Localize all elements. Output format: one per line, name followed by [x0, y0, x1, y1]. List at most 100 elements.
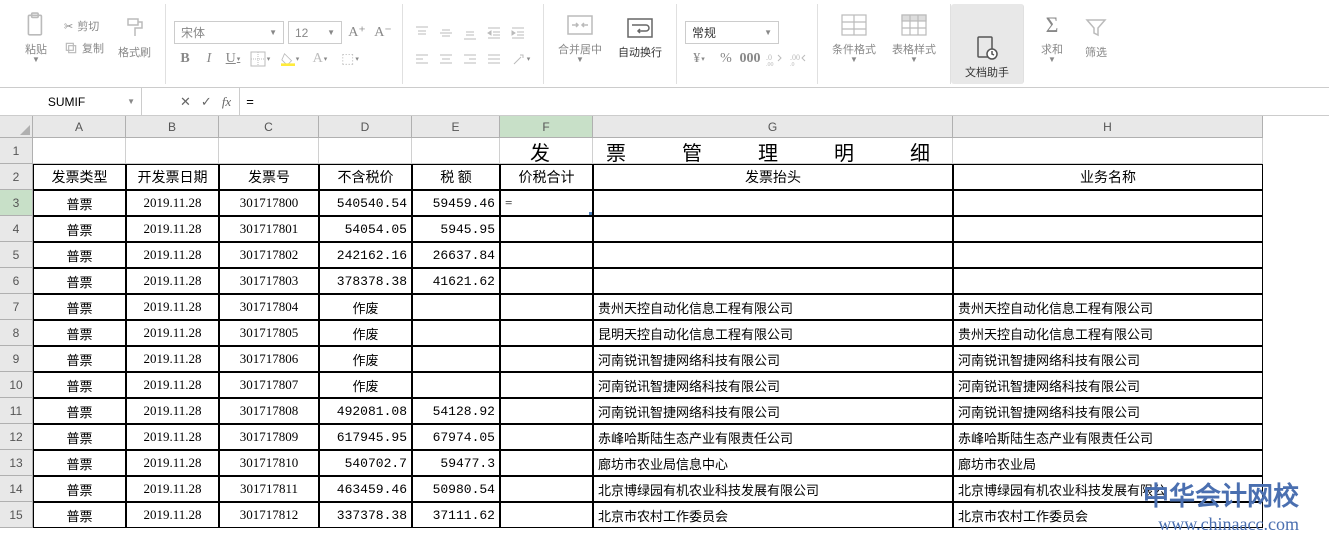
increase-decimal-button[interactable]: .0.00	[763, 48, 785, 70]
cell-15-a[interactable]: 普票	[33, 502, 126, 528]
cell-3-c[interactable]: 301717800	[219, 190, 319, 216]
cell-8-g[interactable]: 昆明天控自动化信息工程有限公司	[593, 320, 953, 346]
cell-5-f[interactable]	[500, 242, 593, 268]
cell-10-a[interactable]: 普票	[33, 372, 126, 398]
row-header-2[interactable]: 2	[0, 164, 33, 190]
increase-font-button[interactable]: A⁺	[346, 21, 368, 43]
cell-3-f[interactable]: =	[500, 190, 593, 216]
copy-button[interactable]: 复制	[60, 38, 108, 58]
cell-11-d[interactable]: 492081.08	[319, 398, 412, 424]
col-header-E[interactable]: E	[412, 116, 500, 138]
cell-11-e[interactable]: 54128.92	[412, 398, 500, 424]
cell-8-c[interactable]: 301717805	[219, 320, 319, 346]
cell-3-b[interactable]: 2019.11.28	[126, 190, 219, 216]
row-header-6[interactable]: 6	[0, 268, 33, 294]
cell-6-d[interactable]: 378378.38	[319, 268, 412, 294]
cell-14-e[interactable]: 50980.54	[412, 476, 500, 502]
cell-10-f[interactable]	[500, 372, 593, 398]
cell-15-d[interactable]: 337378.38	[319, 502, 412, 528]
table-style-button[interactable]: 表格样式 ▼	[886, 7, 942, 67]
cell-11-c[interactable]: 301717808	[219, 398, 319, 424]
header-h[interactable]: 业务名称	[953, 164, 1263, 190]
cell-8-b[interactable]: 2019.11.28	[126, 320, 219, 346]
cell-4-b[interactable]: 2019.11.28	[126, 216, 219, 242]
cell-9-e[interactable]	[412, 346, 500, 372]
cell-10-h[interactable]: 河南锐讯智捷网络科技有限公司	[953, 372, 1263, 398]
cell-15-c[interactable]: 301717812	[219, 502, 319, 528]
distribute-button[interactable]	[483, 48, 505, 70]
cell-13-c[interactable]: 301717810	[219, 450, 319, 476]
cell-10-d[interactable]: 作废	[319, 372, 412, 398]
header-f[interactable]: 价税合计	[500, 164, 593, 190]
cell-9-f[interactable]	[500, 346, 593, 372]
cell-6-a[interactable]: 普票	[33, 268, 126, 294]
align-center-button[interactable]	[435, 48, 457, 70]
comma-button[interactable]: 000	[739, 48, 761, 70]
cell-5-e[interactable]: 26637.84	[412, 242, 500, 268]
cell-11-f[interactable]	[500, 398, 593, 424]
cell-4-a[interactable]: 普票	[33, 216, 126, 242]
cell-10-c[interactable]: 301717807	[219, 372, 319, 398]
row-header-11[interactable]: 11	[0, 398, 33, 424]
cell-4-h[interactable]	[953, 216, 1263, 242]
cell-14-c[interactable]: 301717811	[219, 476, 319, 502]
row-header-13[interactable]: 13	[0, 450, 33, 476]
name-box[interactable]: ▼	[0, 88, 142, 115]
cell-7-a[interactable]: 普票	[33, 294, 126, 320]
cell-11-b[interactable]: 2019.11.28	[126, 398, 219, 424]
row-header-15[interactable]: 15	[0, 502, 33, 528]
conditional-format-button[interactable]: 条件格式 ▼	[826, 7, 882, 67]
increase-indent-button[interactable]	[507, 22, 529, 44]
cell-10-g[interactable]: 河南锐讯智捷网络科技有限公司	[593, 372, 953, 398]
cell-7-c[interactable]: 301717804	[219, 294, 319, 320]
cell-12-h[interactable]: 赤峰哈斯陆生态产业有限责任公司	[953, 424, 1263, 450]
cell-13-h[interactable]: 廊坊市农业局	[953, 450, 1263, 476]
row-header-8[interactable]: 8	[0, 320, 33, 346]
cell-7-b[interactable]: 2019.11.28	[126, 294, 219, 320]
col-header-C[interactable]: C	[219, 116, 319, 138]
format-painter-button[interactable]: 格式刷	[112, 10, 157, 64]
paste-button[interactable]: 粘贴 ▼	[16, 7, 56, 67]
header-b[interactable]: 开发票日期	[126, 164, 219, 190]
cell-14-b[interactable]: 2019.11.28	[126, 476, 219, 502]
cell-6-h[interactable]	[953, 268, 1263, 294]
cell-15-b[interactable]: 2019.11.28	[126, 502, 219, 528]
name-box-input[interactable]	[6, 95, 127, 109]
formula-input[interactable]	[240, 94, 1329, 109]
header-g[interactable]: 发票抬头	[593, 164, 953, 190]
cell-5-g[interactable]	[593, 242, 953, 268]
cell-5-d[interactable]: 242162.16	[319, 242, 412, 268]
cell-11-a[interactable]: 普票	[33, 398, 126, 424]
orientation-button[interactable]: ▾	[507, 48, 535, 70]
cell-13-a[interactable]: 普票	[33, 450, 126, 476]
cell-14-a[interactable]: 普票	[33, 476, 126, 502]
decrease-indent-button[interactable]	[483, 22, 505, 44]
cell-15-g[interactable]: 北京市农村工作委员会	[593, 502, 953, 528]
cell-12-a[interactable]: 普票	[33, 424, 126, 450]
cell-grid[interactable]: 发票管理明细发票类型开发票日期发票号不含税价税 额价税合计发票抬头业务名称普票2…	[33, 138, 1263, 528]
cell-4-c[interactable]: 301717801	[219, 216, 319, 242]
row-header-14[interactable]: 14	[0, 476, 33, 502]
percent-button[interactable]: %	[715, 48, 737, 70]
align-left-button[interactable]	[411, 48, 433, 70]
row-header-7[interactable]: 7	[0, 294, 33, 320]
merge-center-button[interactable]: 合并居中 ▼	[552, 7, 608, 67]
doc-assist-button[interactable]: 文档助手	[959, 30, 1015, 84]
header-c[interactable]: 发票号	[219, 164, 319, 190]
cell-7-d[interactable]: 作废	[319, 294, 412, 320]
cell-9-h[interactable]: 河南锐讯智捷网络科技有限公司	[953, 346, 1263, 372]
cell-3-h[interactable]	[953, 190, 1263, 216]
row-header-1[interactable]: 1	[0, 138, 33, 164]
fx-button[interactable]: fx	[222, 94, 231, 110]
cell-13-d[interactable]: 540702.7	[319, 450, 412, 476]
cell-8-h[interactable]: 贵州天控自动化信息工程有限公司	[953, 320, 1263, 346]
align-top-button[interactable]	[411, 22, 433, 44]
cell-6-f[interactable]	[500, 268, 593, 294]
underline-button[interactable]: U▾	[222, 48, 244, 70]
cell-8-d[interactable]: 作废	[319, 320, 412, 346]
cell-13-e[interactable]: 59477.3	[412, 450, 500, 476]
fill-color-button[interactable]: ▾	[276, 48, 304, 70]
align-middle-button[interactable]	[435, 22, 457, 44]
col-header-F[interactable]: F	[500, 116, 593, 138]
sum-button[interactable]: Σ 求和 ▼	[1032, 7, 1072, 67]
